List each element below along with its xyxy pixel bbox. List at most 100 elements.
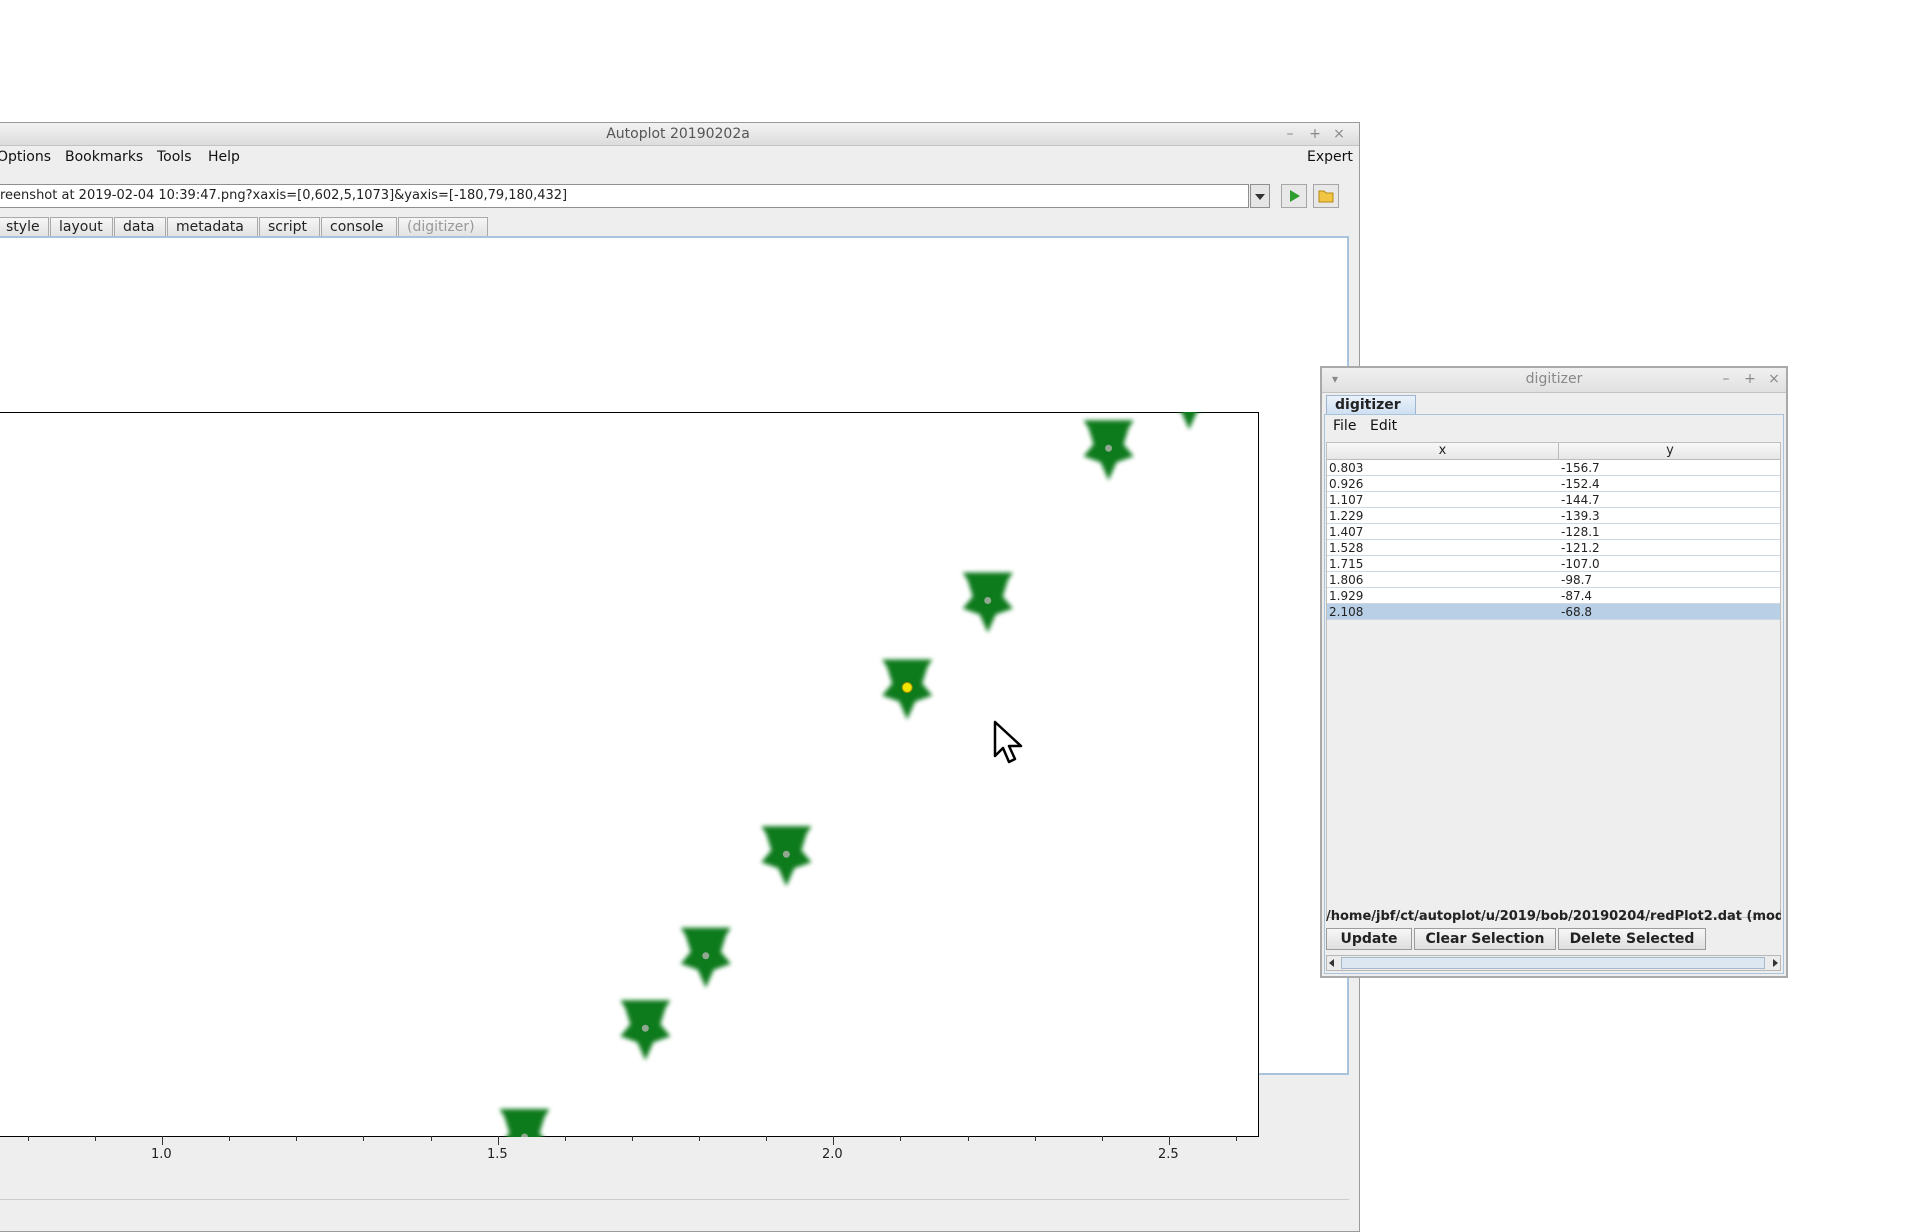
maximize-icon[interactable]: + — [1741, 370, 1759, 388]
cell-x: 1.929 — [1329, 589, 1364, 603]
cell-x: 2.108 — [1329, 605, 1364, 619]
table-row[interactable]: 1.715 -107.0 — [1327, 556, 1780, 572]
menu-options[interactable]: Options — [0, 149, 51, 165]
cell-y: -144.7 — [1561, 493, 1600, 507]
autoplot-titlebar[interactable]: Autoplot 20190202a – + × — [0, 123, 1359, 146]
tab-data[interactable]: data — [114, 217, 166, 236]
cell-y: -98.7 — [1561, 573, 1593, 587]
x-minor-tick — [1035, 1136, 1036, 1141]
plot-markers — [499, 412, 1214, 1137]
mouse-cursor-icon — [993, 720, 1023, 764]
close-icon[interactable]: × — [1330, 125, 1348, 143]
cell-x: 1.407 — [1329, 525, 1364, 539]
digitizer-titlebar[interactable]: ▾ digitizer – + × — [1322, 368, 1786, 393]
table-row[interactable]: 1.528 -121.2 — [1327, 540, 1780, 556]
x-tick-label: 2.0 — [822, 1147, 843, 1162]
digitizer-window: ▾ digitizer – + × digitizer File Edit x … — [1320, 366, 1788, 978]
data-point-marker[interactable] — [680, 927, 731, 988]
table-row[interactable]: 1.229 -139.3 — [1327, 508, 1780, 524]
x-minor-tick — [565, 1136, 566, 1141]
cell-y: -87.4 — [1561, 589, 1593, 603]
play-icon — [1290, 190, 1300, 202]
digitizer-table[interactable]: x y 0.803 -156.7 0.926 -152.4 1.107 -144.7 1.2… — [1326, 442, 1781, 918]
tab-style[interactable]: style — [0, 217, 49, 236]
x-minor-tick — [699, 1136, 700, 1141]
x-minor-tick — [900, 1136, 901, 1141]
maximize-icon[interactable]: + — [1306, 125, 1324, 143]
tab-digitizer[interactable]: (digitizer) — [398, 217, 488, 236]
folder-icon — [1318, 190, 1334, 203]
cell-y: -107.0 — [1561, 557, 1600, 571]
x-minor-tick — [632, 1136, 633, 1141]
x-tick-label: 2.5 — [1158, 1147, 1179, 1162]
menu-expert[interactable]: Expert — [1307, 149, 1353, 165]
cell-x: 1.229 — [1329, 509, 1364, 523]
x-major-tick — [162, 1136, 163, 1145]
table-row[interactable]: 1.407 -128.1 — [1327, 524, 1780, 540]
x-major-tick — [498, 1136, 499, 1145]
scrollbar-thumb[interactable] — [1341, 957, 1765, 969]
tab-script[interactable]: script — [259, 217, 320, 236]
table-row[interactable]: 0.803 -156.7 — [1327, 460, 1780, 476]
minimize-icon[interactable]: – — [1281, 125, 1299, 143]
minimize-icon[interactable]: – — [1717, 370, 1735, 388]
x-minor-tick — [766, 1136, 767, 1141]
data-source-url-input[interactable]: reenshot at 2019-02-04 10:39:47.png?xaxi… — [0, 184, 1249, 208]
data-point-marker[interactable] — [620, 1000, 671, 1061]
browse-files-button[interactable] — [1313, 184, 1339, 208]
url-history-dropdown[interactable] — [1250, 184, 1270, 208]
tab-console[interactable]: console — [321, 217, 397, 236]
data-point-marker[interactable] — [499, 1109, 550, 1137]
x-minor-tick — [1102, 1136, 1103, 1141]
tab-layout[interactable]: layout — [50, 217, 113, 236]
cell-y: -139.3 — [1561, 509, 1600, 523]
x-minor-tick — [28, 1136, 29, 1141]
cell-x: 0.926 — [1329, 477, 1364, 491]
close-icon[interactable]: × — [1765, 370, 1783, 388]
update-button[interactable]: Update — [1326, 928, 1412, 950]
menu-tools[interactable]: Tools — [157, 149, 192, 165]
x-tick-label: 1.5 — [487, 1147, 508, 1162]
menu-bookmarks[interactable]: Bookmarks — [65, 149, 143, 165]
digitizer-menu-file[interactable]: File — [1333, 418, 1356, 434]
horizontal-scrollbar[interactable] — [1326, 955, 1781, 971]
table-row[interactable]: 0.926 -152.4 — [1327, 476, 1780, 492]
column-header-x[interactable]: x — [1327, 443, 1559, 460]
column-header-y[interactable]: y — [1559, 443, 1780, 460]
table-row[interactable]: 1.107 -144.7 — [1327, 492, 1780, 508]
x-minor-tick — [296, 1136, 297, 1141]
plot-go-button[interactable] — [1281, 184, 1307, 208]
x-minor-tick — [363, 1136, 364, 1141]
delete-selected-button[interactable]: Delete Selected — [1558, 928, 1706, 950]
data-point-marker[interactable] — [1083, 420, 1134, 481]
data-point-marker[interactable] — [882, 659, 933, 720]
table-row[interactable]: 1.806 -98.7 — [1327, 572, 1780, 588]
digitizer-menu-edit[interactable]: Edit — [1370, 418, 1397, 434]
x-minor-tick — [1236, 1136, 1237, 1141]
cell-x: 0.803 — [1329, 461, 1364, 475]
autoplot-window: Autoplot 20190202a – + × Options Bookmar… — [0, 122, 1360, 1232]
cell-x: 1.715 — [1329, 557, 1364, 571]
table-row[interactable]: 2.108 -68.8 — [1327, 604, 1780, 620]
scroll-left-icon[interactable] — [1329, 959, 1334, 967]
scroll-right-icon[interactable] — [1773, 959, 1778, 967]
x-major-tick — [1169, 1136, 1170, 1145]
data-point-marker[interactable] — [761, 826, 812, 887]
cell-x: 1.528 — [1329, 541, 1364, 555]
cell-y: -68.8 — [1561, 605, 1593, 619]
data-point-marker[interactable] — [1164, 412, 1214, 430]
x-tick-label: 1.0 — [151, 1147, 172, 1162]
data-point-marker[interactable] — [962, 572, 1013, 633]
menu-help[interactable]: Help — [208, 149, 240, 165]
table-row[interactable]: 1.929 -87.4 — [1327, 588, 1780, 604]
menu-bar: Options Bookmarks Tools Help Expert — [0, 145, 1359, 169]
cell-x: 1.107 — [1329, 493, 1364, 507]
cell-x: 1.806 — [1329, 573, 1364, 587]
clear-selection-button[interactable]: Clear Selection — [1414, 928, 1556, 950]
cell-y: -121.2 — [1561, 541, 1600, 555]
window-title: Autoplot 20190202a — [606, 126, 750, 142]
tab-metadata[interactable]: metadata — [167, 217, 258, 236]
digitizer-tab[interactable]: digitizer — [1326, 395, 1416, 414]
x-minor-tick — [229, 1136, 230, 1141]
x-minor-tick — [968, 1136, 969, 1141]
